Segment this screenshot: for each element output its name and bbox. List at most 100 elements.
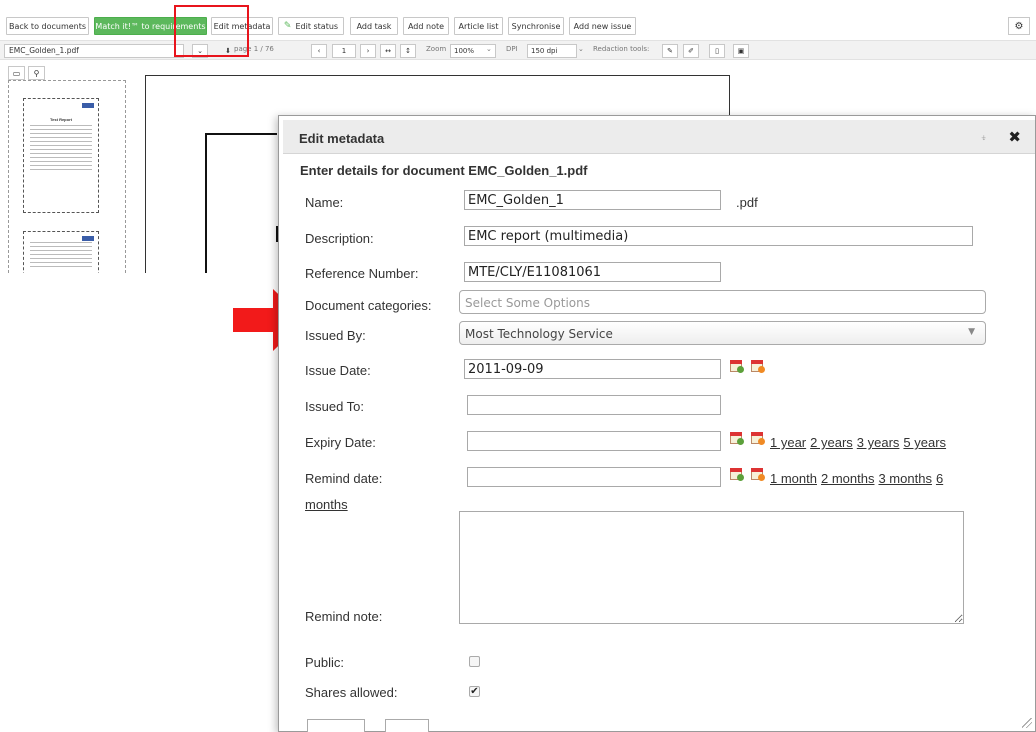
- edit-metadata-dialog: Edit metadata ⍖ ✖ Enter details for docu…: [278, 115, 1036, 732]
- gear-icon: ⚙: [1014, 20, 1024, 32]
- article-list-button[interactable]: Article list: [454, 17, 503, 35]
- edit-metadata-button[interactable]: Edit metadata: [211, 17, 273, 35]
- chevron-down-icon: ▼: [968, 327, 975, 337]
- settings-button[interactable]: ⚙: [1008, 17, 1030, 35]
- prev-page-button[interactable]: ‹: [311, 44, 327, 58]
- folder-icon: ▭: [12, 68, 21, 78]
- expiry-date-input[interactable]: [467, 431, 721, 451]
- thumbnail-text-lines: [24, 242, 98, 267]
- issue-date-input[interactable]: [464, 359, 721, 379]
- close-icon[interactable]: ✖: [1008, 128, 1021, 146]
- document-border-line: [205, 133, 277, 135]
- remind-6-months-link-continued[interactable]: months: [305, 497, 348, 512]
- description-input[interactable]: [464, 226, 973, 246]
- search-button[interactable]: ⚲: [28, 66, 45, 80]
- page-number-input[interactable]: 1: [332, 44, 356, 58]
- public-label: Public:: [305, 655, 345, 670]
- expiry-quick-links: 1 year 2 years 3 years 5 years: [770, 435, 950, 450]
- remind-2-months-link[interactable]: 2 months: [821, 471, 874, 486]
- back-to-documents-button[interactable]: Back to documents: [6, 17, 89, 35]
- document-categories-select[interactable]: Select Some Options: [459, 290, 986, 314]
- open-folder-button[interactable]: ▭: [8, 66, 25, 80]
- eraser-icon: ✐: [688, 47, 694, 55]
- cancel-button[interactable]: [385, 719, 429, 732]
- add-new-issue-button[interactable]: Add new issue: [569, 17, 636, 35]
- fit-height-button[interactable]: ↕: [400, 44, 416, 58]
- chevron-right-icon: ›: [366, 47, 370, 55]
- calendar-add-icon[interactable]: [730, 467, 744, 481]
- calendar-clear-icon[interactable]: [751, 431, 765, 445]
- edit-status-label: Edit status: [295, 21, 339, 31]
- dialog-subtitle: Enter details for document EMC_Golden_1.…: [300, 163, 588, 178]
- calendar-clear-icon[interactable]: [751, 467, 765, 481]
- edit-status-button[interactable]: ✎ Edit status: [278, 17, 344, 35]
- document-select[interactable]: EMC_Golden_1.pdf: [4, 44, 184, 58]
- remind-quick-links-wrap: months: [305, 497, 352, 512]
- public-checkbox[interactable]: [469, 656, 480, 667]
- main-toolbar: Back to documents Match it!™ to requirem…: [0, 0, 1036, 40]
- expiry-2-years-link[interactable]: 2 years: [810, 435, 853, 450]
- issued-by-select[interactable]: Most Technology Service ▼: [459, 321, 986, 345]
- edit-icon: ✎: [667, 47, 673, 55]
- remind-quick-links: 1 month 2 months 3 months 6: [770, 471, 947, 486]
- add-note-button[interactable]: Add note: [403, 17, 449, 35]
- fit-width-icon: ↔: [385, 47, 391, 55]
- viewer-toolbar: EMC_Golden_1.pdf ⌄ ⬇ page 1 / 76 ‹ 1 › ↔…: [0, 40, 1036, 60]
- trash-icon: ▯: [715, 47, 719, 55]
- name-input[interactable]: [464, 190, 721, 210]
- chevron-down-icon: ⌄: [197, 47, 203, 55]
- match-requirements-button[interactable]: Match it!™ to requirements: [94, 17, 207, 35]
- calendar-add-icon[interactable]: [730, 431, 744, 445]
- save-button[interactable]: [307, 719, 365, 732]
- issue-date-label: Issue Date:: [305, 363, 371, 378]
- remind-note-label: Remind note:: [305, 609, 383, 624]
- add-task-button[interactable]: Add task: [350, 17, 398, 35]
- remind-note-textarea[interactable]: [459, 511, 964, 624]
- redaction-save-button[interactable]: ▣: [733, 44, 749, 58]
- pin-icon[interactable]: ⍖: [980, 132, 987, 145]
- calendar-add-icon[interactable]: [730, 359, 744, 373]
- name-extension: .pdf: [736, 195, 758, 210]
- remind-date-input[interactable]: [467, 467, 721, 487]
- expiry-5-years-link[interactable]: 5 years: [903, 435, 946, 450]
- shares-allowed-checkbox[interactable]: ✔: [469, 686, 480, 697]
- issued-to-label: Issued To:: [305, 399, 365, 414]
- remind-3-months-link[interactable]: 3 months: [878, 471, 931, 486]
- remind-1-month-link[interactable]: 1 month: [770, 471, 817, 486]
- dialog-title: Edit metadata: [299, 131, 385, 146]
- fit-width-button[interactable]: ↔: [380, 44, 396, 58]
- page-thumbnail-2[interactable]: [23, 231, 99, 273]
- search-icon: ⚲: [33, 68, 40, 78]
- zoom-select-caret: ⌄: [486, 45, 492, 53]
- thumbnail-text-lines: [24, 125, 98, 170]
- document-border-line: [205, 133, 209, 273]
- chevron-left-icon: ‹: [317, 47, 321, 55]
- name-label: Name:: [305, 195, 344, 210]
- download-icon: ⬇: [225, 47, 231, 55]
- resize-handle[interactable]: [1022, 718, 1032, 728]
- page-indicator: page 1 / 76: [234, 45, 274, 53]
- redaction-delete-button[interactable]: ▯: [709, 44, 725, 58]
- dpi-select[interactable]: 150 dpi: [527, 44, 577, 58]
- expiry-1-year-link[interactable]: 1 year: [770, 435, 806, 450]
- page-thumbnail-1[interactable]: Test Report: [23, 98, 99, 213]
- issued-to-input[interactable]: [467, 395, 721, 415]
- reference-number-input[interactable]: [464, 262, 721, 282]
- dialog-header[interactable]: Edit metadata ⍖ ✖: [283, 120, 1035, 154]
- thumbnail-tools: ▭ ⚲: [8, 66, 45, 80]
- remind-6-months-link[interactable]: 6: [936, 471, 943, 486]
- redaction-edit-button[interactable]: ✎: [662, 44, 678, 58]
- remind-date-label: Remind date:: [305, 471, 383, 486]
- description-label: Description:: [305, 231, 374, 246]
- reference-number-label: Reference Number:: [305, 266, 419, 281]
- next-page-button[interactable]: ›: [360, 44, 376, 58]
- calendar-clear-icon[interactable]: [751, 359, 765, 373]
- redaction-erase-button[interactable]: ✐: [683, 44, 699, 58]
- expiry-3-years-link[interactable]: 3 years: [857, 435, 900, 450]
- synchronise-button[interactable]: Synchronise: [508, 17, 564, 35]
- dpi-label: DPI: [506, 45, 518, 53]
- document-dropdown-button[interactable]: ⌄: [192, 44, 208, 58]
- zoom-label: Zoom: [426, 45, 447, 53]
- expiry-date-label: Expiry Date:: [305, 435, 376, 450]
- thumbnail-panel: Test Report: [8, 80, 126, 273]
